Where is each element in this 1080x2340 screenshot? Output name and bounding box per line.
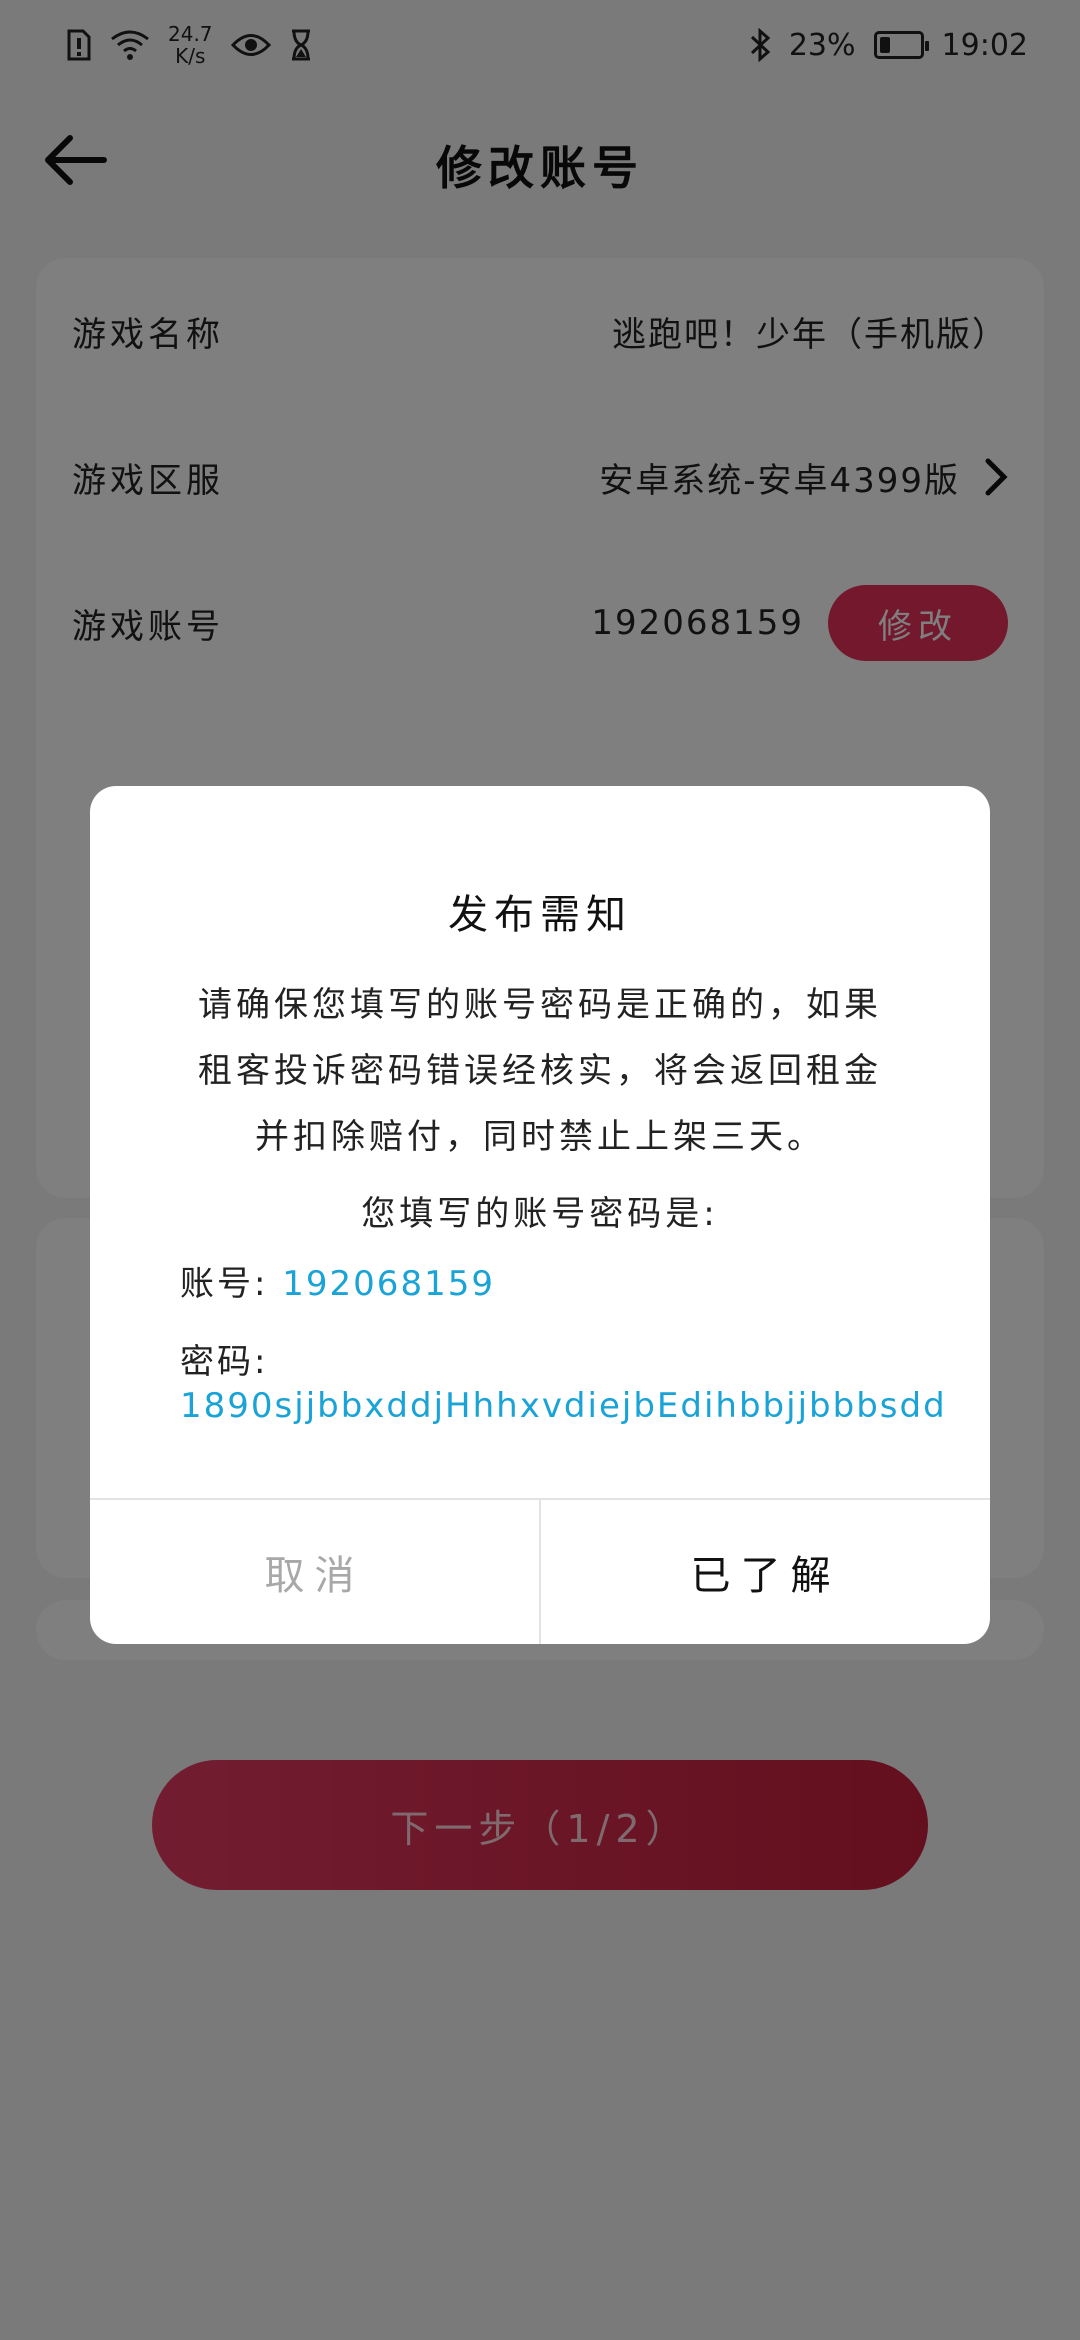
dialog-account-line: 账号: 192068159 bbox=[180, 1256, 495, 1305]
publish-notice-dialog: 发布需知 请确保您填写的账号密码是正确的，如果租客投诉密码错误经核实，将会返回租… bbox=[90, 786, 990, 1644]
screen: 24.7 K/s 23% 19:02 bbox=[0, 0, 1080, 2340]
dialog-account-label: 账号: bbox=[180, 1264, 269, 1304]
dialog-subtitle: 您填写的账号密码是: bbox=[361, 1194, 719, 1234]
dialog-password-label: 密码: bbox=[180, 1342, 269, 1382]
dialog-account-value: 192068159 bbox=[282, 1264, 495, 1304]
acknowledge-button[interactable]: 已了解 bbox=[541, 1500, 990, 1644]
cancel-button[interactable]: 取消 bbox=[90, 1500, 541, 1644]
dialog-password-value: 1890sjjbbxddjHhhxvdiejbEdihbbjjbbbsdd bbox=[180, 1386, 947, 1426]
dialog-actions: 取消 已了解 bbox=[90, 1498, 990, 1644]
dialog-body: 请确保您填写的账号密码是正确的，如果租客投诉密码错误经核实，将会返回租金并扣除赔… bbox=[198, 985, 882, 1157]
dialog-title: 发布需知 bbox=[448, 892, 632, 938]
